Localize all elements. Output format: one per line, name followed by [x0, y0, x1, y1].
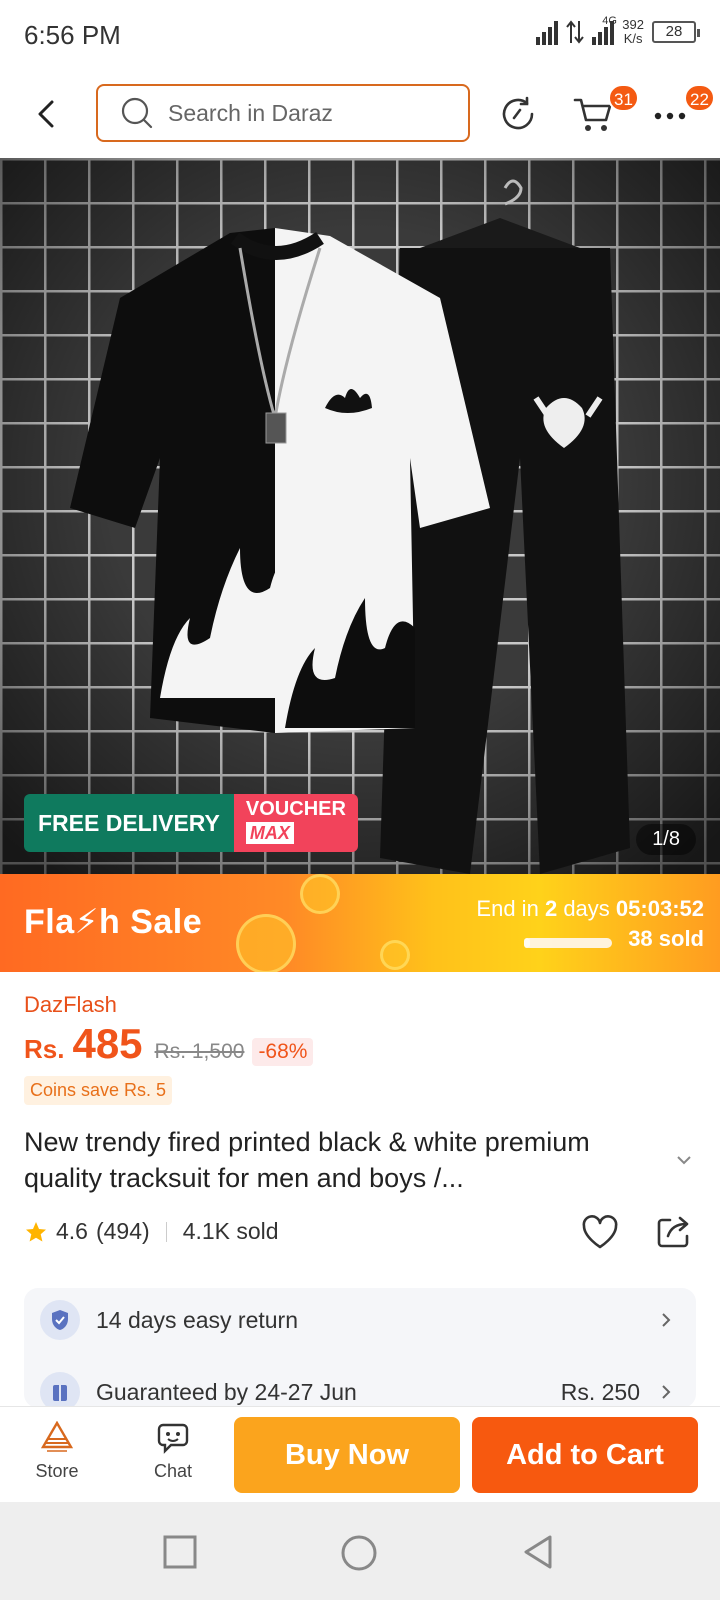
search-placeholder: Search in Daraz	[168, 99, 333, 126]
star-icon	[26, 1221, 46, 1241]
review-count: (494)	[95, 1218, 150, 1244]
chevron-down-icon[interactable]	[674, 1150, 694, 1170]
image-counter: 1/8	[636, 824, 696, 855]
voucher-label: VOUCHER	[245, 798, 346, 820]
shield-check-icon	[40, 1300, 80, 1340]
delivery-fee: Rs. 250	[560, 1378, 640, 1405]
voucher-max-label: MAX	[245, 822, 294, 844]
top-header: Search in Daraz 31 22	[0, 72, 720, 158]
end-time: 05:03:52	[615, 896, 704, 921]
status-time: 6:56 PM	[24, 20, 121, 50]
search-input[interactable]: Search in Daraz	[96, 84, 470, 142]
coin-decoration	[380, 940, 410, 970]
speed-unit: K/s	[623, 31, 643, 46]
easy-return-row[interactable]: 14 days easy return	[40, 1298, 680, 1342]
status-bar: 6:56 PM 4G 392 K/s 28	[0, 0, 720, 72]
recents-icon[interactable]	[162, 1534, 198, 1570]
reload-icon[interactable]	[496, 92, 540, 136]
flash-sold-count: 38 sold	[628, 926, 704, 951]
chat-label: Chat	[153, 1461, 193, 1481]
network-speed: 392 K/s	[622, 18, 644, 46]
back-icon[interactable]	[30, 96, 66, 132]
end-prefix: End in	[476, 896, 539, 921]
end-days: 2	[544, 896, 558, 921]
price-row: Rs. 485 Rs. 1,500 -68%	[24, 1020, 314, 1068]
price-currency: Rs.	[24, 1034, 65, 1064]
home-icon[interactable]	[340, 1534, 378, 1572]
chevron-right-icon	[662, 1385, 671, 1399]
delivery-text: Guaranteed by 24-27 Jun	[96, 1378, 357, 1405]
sold-progress-bar	[524, 938, 612, 948]
rating-value: 4.6	[56, 1218, 88, 1244]
flash-sale-countdown: End in 2 days 05:03:52	[476, 896, 704, 922]
original-price: Rs. 1,500	[154, 1040, 245, 1063]
battery-icon: 28	[652, 21, 700, 43]
voucher-max-tag: VOUCHER MAX	[233, 794, 358, 852]
chat-tab[interactable]: Chat	[128, 1421, 218, 1482]
product-title: New trendy fired printed black & white p…	[24, 1127, 590, 1193]
price-value: 485	[72, 1020, 143, 1067]
more-badge: 22	[684, 84, 715, 112]
store-label: Store	[35, 1461, 79, 1481]
store-icon	[40, 1421, 74, 1452]
chevron-right-icon	[662, 1313, 671, 1327]
system-nav-bar	[0, 1502, 720, 1600]
store-tab[interactable]: Store	[12, 1421, 102, 1482]
signal-icon	[536, 19, 559, 45]
wishlist-heart-icon[interactable]	[580, 1212, 620, 1252]
delivery-row[interactable]: Guaranteed by 24-27 Jun Rs. 250	[40, 1370, 680, 1408]
buy-now-button[interactable]: Buy Now	[234, 1417, 460, 1493]
more-button[interactable]: 22	[650, 84, 715, 136]
flash-sale-banner[interactable]: Fla⚡h Sale End in 2 days 05:03:52 38 sol…	[0, 874, 720, 972]
coins-save-badge[interactable]: Coins save Rs. 5	[24, 1076, 173, 1105]
coin-decoration	[300, 874, 340, 914]
back-nav-icon[interactable]	[520, 1534, 556, 1570]
add-to-cart-button[interactable]: Add to Cart	[472, 1417, 698, 1493]
product-image	[0, 158, 720, 874]
cart-button[interactable]: 31	[572, 84, 639, 136]
rating-row[interactable]: 4.6 (494) 4.1K sold	[24, 1218, 279, 1245]
sold-count: 4.1K sold	[182, 1218, 279, 1244]
service-info-box: 14 days easy return Guaranteed by 24-27 …	[24, 1288, 696, 1408]
speed-value: 392	[622, 17, 644, 32]
chat-icon	[157, 1423, 189, 1454]
easy-return-text: 14 days easy return	[96, 1306, 299, 1333]
delivery-icon	[40, 1372, 80, 1408]
share-icon[interactable]	[654, 1212, 694, 1252]
end-days-unit: days	[563, 896, 610, 921]
promo-banner: FREE DELIVERY VOUCHER MAX	[24, 794, 358, 852]
network-type: 4G	[602, 15, 617, 27]
sold-progress-fill	[524, 938, 531, 948]
flash-brand-tag: DazFlash	[24, 992, 117, 1017]
free-delivery-tag: FREE DELIVERY	[24, 794, 234, 852]
status-icons: 4G 392 K/s 28	[536, 15, 700, 46]
coin-decoration	[236, 914, 296, 972]
search-icon	[121, 97, 153, 129]
flash-sale-title: Fla⚡h Sale	[24, 903, 203, 941]
bottom-action-bar: Store Chat Buy Now Add to Cart	[0, 1406, 720, 1502]
divider	[165, 1221, 167, 1242]
discount-badge: -68%	[252, 1038, 314, 1066]
cart-badge: 31	[608, 84, 639, 112]
product-image-gallery[interactable]: FREE DELIVERY VOUCHER MAX 1/8	[0, 158, 720, 874]
data-transfer-icon	[566, 20, 585, 44]
